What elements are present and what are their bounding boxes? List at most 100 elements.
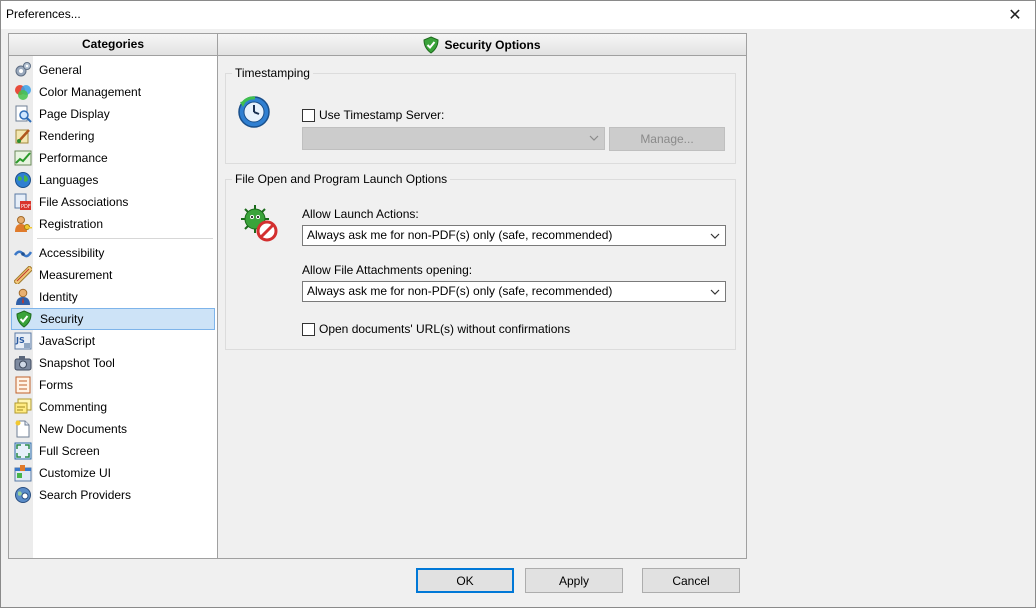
shield-icon bbox=[423, 35, 439, 54]
category-label: JavaScript bbox=[39, 334, 96, 348]
category-label: Forms bbox=[39, 378, 73, 392]
apply-button[interactable]: Apply bbox=[525, 568, 623, 593]
category-label: Registration bbox=[39, 217, 104, 231]
launch-actions-label: Allow Launch Actions: bbox=[302, 207, 419, 221]
categories-header: Categories bbox=[9, 34, 217, 56]
category-label: New Documents bbox=[39, 422, 128, 436]
file-associations-icon: PDF bbox=[14, 193, 32, 211]
timestamping-group: Timestamping Use Timestamp Server: Manag… bbox=[225, 66, 736, 164]
chart-icon bbox=[14, 149, 32, 167]
category-page-display[interactable]: Page Display bbox=[11, 103, 215, 125]
category-search-providers[interactable]: Search Providers bbox=[11, 484, 215, 506]
category-color-management[interactable]: Color Management bbox=[11, 81, 215, 103]
globe-icon bbox=[14, 171, 32, 189]
category-label: Performance bbox=[39, 151, 108, 165]
chevron-down-icon bbox=[709, 282, 721, 301]
category-identity[interactable]: Identity bbox=[11, 286, 215, 308]
category-general[interactable]: General bbox=[11, 59, 215, 81]
manage-button[interactable]: Manage... bbox=[609, 127, 725, 151]
category-label: Security bbox=[40, 312, 84, 326]
camera-icon bbox=[14, 354, 32, 372]
category-registration[interactable]: Registration bbox=[11, 213, 215, 235]
category-label: Languages bbox=[39, 173, 99, 187]
close-icon: ✕ bbox=[1008, 7, 1022, 24]
category-customize-ui[interactable]: Customize UI bbox=[11, 462, 215, 484]
category-full-screen[interactable]: Full Screen bbox=[11, 440, 215, 462]
categories-panel: Categories General Color Management Page… bbox=[8, 33, 218, 559]
launch-options-group: File Open and Program Launch Options All… bbox=[225, 172, 736, 350]
virus-blocked-icon bbox=[239, 203, 279, 243]
category-performance[interactable]: Performance bbox=[11, 147, 215, 169]
group-label: File Open and Program Launch Options bbox=[232, 172, 451, 186]
button-label: Manage... bbox=[640, 132, 694, 146]
options-title: Security Options bbox=[444, 37, 541, 52]
clock-icon bbox=[237, 95, 271, 129]
category-label: Full Screen bbox=[39, 444, 100, 458]
comment-icon bbox=[14, 398, 32, 416]
accessibility-icon bbox=[14, 244, 32, 262]
category-label: Commenting bbox=[39, 400, 108, 414]
category-rendering[interactable]: Rendering bbox=[11, 125, 215, 147]
security-options-panel: Security Options Timestamping Use Timest… bbox=[218, 33, 747, 559]
category-label: Rendering bbox=[39, 129, 95, 143]
gears-icon bbox=[14, 61, 32, 79]
identity-icon bbox=[14, 288, 32, 306]
timestamp-server-select[interactable] bbox=[302, 127, 605, 150]
launch-actions-select[interactable]: Always ask me for non-PDF(s) only (safe,… bbox=[302, 225, 726, 246]
category-forms[interactable]: Forms bbox=[11, 374, 215, 396]
chevron-down-icon bbox=[588, 128, 600, 147]
button-label: OK bbox=[456, 573, 474, 588]
javascript-icon: JS bbox=[14, 332, 32, 350]
categories-list: General Color Management Page Display Re… bbox=[11, 59, 215, 506]
category-javascript[interactable]: JS JavaScript bbox=[11, 330, 215, 352]
page-magnifier-icon bbox=[14, 105, 32, 123]
category-label: Measurement bbox=[39, 268, 113, 282]
fullscreen-icon bbox=[14, 442, 32, 460]
ok-button[interactable]: OK bbox=[416, 568, 514, 593]
checkbox-label: Open documents' URL(s) without confirmat… bbox=[319, 322, 571, 336]
checkbox-box[interactable] bbox=[302, 322, 315, 336]
form-icon bbox=[14, 376, 32, 394]
user-key-icon bbox=[14, 215, 32, 233]
category-label: Accessibility bbox=[39, 246, 105, 260]
use-timestamp-server-checkbox[interactable]: Use Timestamp Server: bbox=[302, 108, 444, 122]
category-snapshot-tool[interactable]: Snapshot Tool bbox=[11, 352, 215, 374]
attachments-label: Allow File Attachments opening: bbox=[302, 263, 473, 277]
paintbrush-icon bbox=[14, 127, 32, 145]
chevron-down-icon bbox=[709, 226, 721, 245]
cancel-button[interactable]: Cancel bbox=[642, 568, 740, 593]
svg-text:JS: JS bbox=[15, 336, 25, 345]
select-value: Always ask me for non-PDF(s) only (safe,… bbox=[307, 284, 613, 298]
category-file-associations[interactable]: PDF File Associations bbox=[11, 191, 215, 213]
category-label: Customize UI bbox=[39, 466, 112, 480]
category-label: Search Providers bbox=[39, 488, 132, 502]
checkbox-label: Use Timestamp Server: bbox=[319, 108, 445, 122]
attachments-select[interactable]: Always ask me for non-PDF(s) only (safe,… bbox=[302, 281, 726, 302]
select-value: Always ask me for non-PDF(s) only (safe,… bbox=[307, 228, 613, 242]
category-languages[interactable]: Languages bbox=[11, 169, 215, 191]
category-security[interactable]: Security bbox=[11, 308, 215, 330]
svg-text:PDF: PDF bbox=[21, 204, 31, 210]
button-label: Apply bbox=[558, 573, 590, 588]
category-measurement[interactable]: Measurement bbox=[11, 264, 215, 286]
category-accessibility[interactable]: Accessibility bbox=[11, 242, 215, 264]
checkbox-box[interactable] bbox=[302, 108, 315, 122]
title-bar: Preferences... ✕ bbox=[1, 1, 1035, 29]
window-title: Preferences... bbox=[6, 7, 81, 21]
options-header: Security Options bbox=[218, 34, 746, 56]
category-commenting[interactable]: Commenting bbox=[11, 396, 215, 418]
category-new-documents[interactable]: New Documents bbox=[11, 418, 215, 440]
category-label: Identity bbox=[39, 290, 78, 304]
shield-icon bbox=[15, 310, 33, 328]
category-separator bbox=[11, 235, 215, 242]
customize-icon bbox=[14, 464, 32, 482]
search-globe-icon bbox=[14, 486, 32, 504]
button-label: Cancel bbox=[672, 573, 710, 588]
ruler-icon bbox=[14, 266, 32, 284]
group-label: Timestamping bbox=[232, 66, 313, 80]
color-circles-icon bbox=[14, 83, 32, 101]
open-urls-checkbox[interactable]: Open documents' URL(s) without confirmat… bbox=[302, 322, 570, 336]
close-button[interactable]: ✕ bbox=[995, 1, 1035, 29]
category-label: Snapshot Tool bbox=[39, 356, 115, 370]
category-label: Page Display bbox=[39, 107, 110, 121]
